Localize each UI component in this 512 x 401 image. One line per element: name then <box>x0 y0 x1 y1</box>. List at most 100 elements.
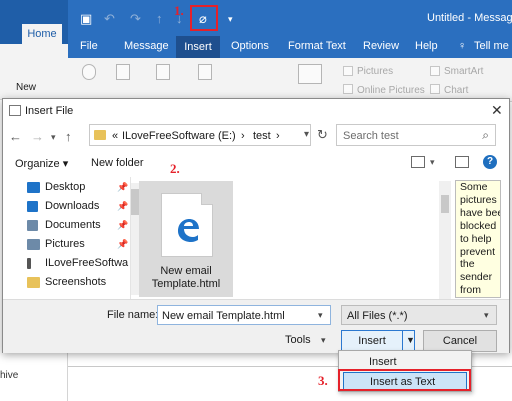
tab-message[interactable]: Message <box>124 40 169 52</box>
file-list-scrollbar[interactable] <box>439 181 451 299</box>
tab-file[interactable]: File <box>80 40 98 52</box>
chevron-down-icon: ▾ <box>484 310 489 320</box>
business-card-icon[interactable] <box>156 64 170 80</box>
nav-item-documents[interactable]: Documents 📌 <box>27 217 129 235</box>
view-options-chevron-icon[interactable]: ▾ <box>430 157 435 168</box>
breadcrumb-trail[interactable]: › <box>276 130 280 142</box>
step-1-label: 1. <box>174 3 184 18</box>
pictures-icon <box>27 239 40 250</box>
breadcrumb-prefix[interactable]: « <box>112 130 118 142</box>
nav-item-label: Pictures <box>45 238 85 250</box>
tab-review[interactable]: Review <box>363 40 399 52</box>
file-name-value: New email Template.html <box>162 310 285 322</box>
redo-icon[interactable]: ↷ <box>130 11 141 27</box>
html-file-icon <box>161 193 213 257</box>
organize-button[interactable]: Organize ▾ <box>15 157 68 170</box>
tab-home[interactable]: Home <box>22 24 62 44</box>
smartart-icon[interactable] <box>430 66 440 76</box>
tab-format-text[interactable]: Format Text <box>288 40 346 52</box>
save-icon[interactable]: ▣ <box>80 11 92 27</box>
insert-button-label[interactable]: Insert <box>342 335 402 347</box>
dialog-app-icon <box>9 105 21 116</box>
back-icon[interactable]: ← <box>9 129 22 144</box>
breadcrumb-folder[interactable]: test <box>253 130 271 142</box>
recent-chevron-icon[interactable]: ▾ <box>51 132 56 143</box>
chart-button[interactable]: Chart <box>444 85 468 96</box>
forward-icon[interactable]: → <box>31 129 44 144</box>
file-name-field[interactable]: New email Template.html ▾ <box>157 305 331 325</box>
insert-as-text-highlight-box <box>338 369 471 391</box>
undo-icon[interactable]: ↶ <box>104 11 115 27</box>
calendar-icon[interactable] <box>198 64 212 80</box>
pictures-icon[interactable] <box>343 66 353 76</box>
preview-line: sender <box>460 271 493 284</box>
nav-item-desktop[interactable]: Desktop 📌 <box>27 179 129 197</box>
edge-browser-icon <box>178 219 199 242</box>
nav-item-ilovefreesoftware[interactable]: ILoveFreeSoftwa <box>27 255 129 273</box>
smartart-button[interactable]: SmartArt <box>444 66 483 77</box>
file-type-select[interactable]: All Files (*.*) ▾ <box>341 305 497 325</box>
chevron-down-icon[interactable]: ▾ <box>318 310 323 321</box>
nav-scrollbar[interactable] <box>131 183 139 295</box>
up-arrow-icon[interactable]: ↑ <box>156 11 163 26</box>
preview-line: blocked <box>460 219 497 232</box>
scroll-thumb[interactable] <box>131 189 139 215</box>
new-label[interactable]: New <box>16 82 36 93</box>
window-title: Untitled - Message <box>427 12 512 24</box>
preview-line: to help <box>460 232 492 245</box>
file-item-new-email-template[interactable]: New email Template.html <box>139 181 233 297</box>
pin-icon[interactable]: 📌 <box>117 239 128 250</box>
nav-item-pictures[interactable]: Pictures 📌 <box>27 236 129 254</box>
pin-icon[interactable]: 📌 <box>117 220 128 231</box>
nav-item-label: Screenshots <box>45 276 107 288</box>
pin-icon[interactable]: 📌 <box>117 201 128 212</box>
nav-item-label: ILoveFreeSoftwa <box>45 257 129 269</box>
address-bar[interactable]: « ILoveFreeSoftware (E:) › test › ▾ <box>89 124 311 146</box>
page-fold <box>201 193 213 205</box>
tab-options[interactable]: Options <box>231 40 269 52</box>
attach-highlight-box <box>190 5 218 31</box>
tools-button[interactable]: Tools <box>285 334 311 346</box>
table-icon[interactable] <box>298 64 322 84</box>
address-dropdown-icon[interactable]: ▾ <box>304 129 309 140</box>
navigation-pane: Desktop 📌 Downloads 📌 Documents 📌 Pictur… <box>13 177 139 299</box>
scroll-thumb[interactable] <box>441 195 449 213</box>
folder-icon <box>27 277 40 288</box>
pictures-button[interactable]: Pictures <box>357 66 393 77</box>
online-pictures-icon[interactable] <box>343 84 353 94</box>
new-folder-button[interactable]: New folder <box>91 157 144 169</box>
change-view-icon[interactable] <box>411 156 425 168</box>
breadcrumb-drive[interactable]: ILoveFreeSoftware (E:) <box>122 130 236 142</box>
preview-line: from <box>460 284 481 297</box>
tab-tell-me[interactable]: Tell me <box>474 40 509 52</box>
lightbulb-icon: ♀ <box>458 40 467 52</box>
nav-item-label: Desktop <box>45 181 86 193</box>
search-placeholder: Search test <box>343 130 399 142</box>
insert-dropdown-icon[interactable]: ▼ <box>406 335 415 345</box>
file-name-label: New email Template.html <box>143 265 229 291</box>
search-input[interactable]: Search test ⌕ <box>336 124 496 146</box>
cancel-button[interactable]: Cancel <box>423 330 497 352</box>
attach-file-ribbon-icon[interactable] <box>82 64 96 80</box>
step-2-label: 2. <box>170 161 180 176</box>
refresh-icon[interactable]: ↻ <box>317 127 328 143</box>
pin-icon[interactable]: 📌 <box>117 182 128 193</box>
documents-icon <box>27 220 38 231</box>
tab-insert[interactable]: Insert <box>176 36 220 58</box>
close-icon[interactable]: ✕ <box>491 102 503 119</box>
nav-item-screenshots[interactable]: Screenshots <box>27 274 129 292</box>
outlook-item-icon[interactable] <box>116 64 130 80</box>
tab-help[interactable]: Help <box>415 40 438 52</box>
tools-chevron-icon[interactable]: ▾ <box>321 335 326 346</box>
preview-pane-icon[interactable] <box>455 156 469 168</box>
file-type-value: All Files (*.*) <box>347 310 408 322</box>
chart-icon[interactable] <box>430 84 440 94</box>
online-pictures-button[interactable]: Online Pictures <box>357 85 425 96</box>
help-icon[interactable]: ? <box>483 155 497 169</box>
insert-split-button[interactable]: Insert ▼ <box>341 330 415 352</box>
preview-line: the <box>460 258 475 271</box>
up-folder-icon[interactable]: ↑ <box>65 129 72 144</box>
customize-qat-icon[interactable]: ▾ <box>228 14 233 25</box>
downloads-icon <box>27 201 38 212</box>
nav-item-downloads[interactable]: Downloads 📌 <box>27 198 129 216</box>
